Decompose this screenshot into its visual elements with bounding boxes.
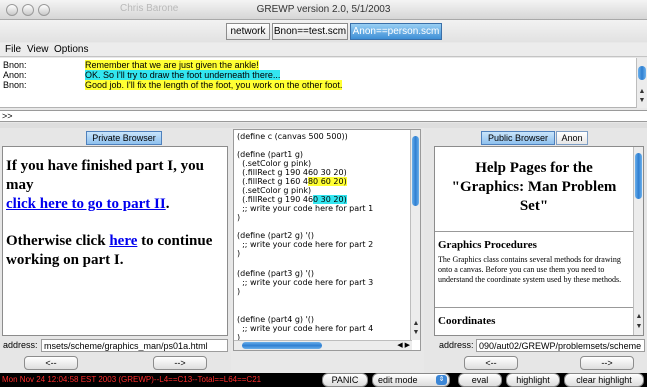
public-scrollbar[interactable]: ▲ ▼ [633, 147, 643, 335]
section-title-coordinates: Coordinates [438, 315, 496, 327]
private-forward-button[interactable]: --> [153, 356, 207, 370]
scroll-up-icon[interactable]: ▲ [411, 320, 420, 327]
divider [435, 307, 633, 308]
code-line: (define (part2 g) '() [237, 231, 315, 240]
code-line: (define (part4 g) '() [237, 315, 315, 324]
tab-bnon-test[interactable]: Bnon==test.scm [272, 23, 348, 40]
code-line: (define c (canvas 500 500)) [237, 132, 348, 141]
scroll-up-icon[interactable]: ▲ [634, 313, 643, 320]
public-forward-button[interactable]: --> [580, 356, 634, 370]
status-bar: Mon Nov 24 12:04:58 EST 2003 (GREWP)--L4… [0, 373, 647, 387]
code-hscroll-thumb[interactable] [242, 342, 322, 349]
public-address-field[interactable]: 090/aut02/GREWP/problemsets/scheme [476, 339, 645, 352]
chat-author: Bnon: [3, 60, 27, 70]
code-line: ;; write your code here for part 1 [237, 204, 374, 213]
address-label: address: [3, 340, 38, 350]
otherwise-text: Otherwise click [6, 233, 110, 249]
menu-file[interactable]: File [5, 44, 21, 55]
code-line: ) [237, 287, 241, 296]
scroll-up-icon[interactable]: ▲ [637, 88, 647, 95]
code-horizontal-scrollbar[interactable]: ◀ ▶ [234, 340, 412, 350]
chat-text: OK. So I'll try to draw the foot underne… [85, 70, 281, 80]
code-line: (define (part3 g) '() [237, 269, 315, 278]
private-browser-panel: Private Browser If you have finished par… [0, 128, 231, 373]
clear-highlight-button[interactable]: clear highlight [564, 373, 644, 387]
code-line: (.setColor g pink) [237, 186, 312, 195]
chat-prompt: >> [2, 111, 13, 121]
section-text-graphics: The Graphics class contains several meth… [438, 255, 622, 284]
scroll-down-icon[interactable]: ▼ [637, 97, 647, 104]
code-text: (.fillRect g 190 46 [237, 195, 314, 204]
menu-view[interactable]: View [27, 44, 49, 55]
window-title: GREWP version 2.0, 5/1/2003 [256, 4, 391, 15]
yellow-highlight: 80 60 20) [307, 177, 347, 186]
help-heading: Help Pages for the "Graphics: Man Proble… [451, 160, 617, 214]
code-editor[interactable]: (define c (canvas 500 500)) (define (par… [233, 129, 421, 351]
title-bar: Chris Barone GREWP version 2.0, 5/1/2003 [0, 0, 647, 20]
chat-author: Anon: [3, 70, 27, 80]
code-line: ) [237, 213, 241, 222]
scroll-down-icon[interactable]: ▼ [411, 329, 420, 336]
public-address-bar: address: 090/aut02/GREWP/problemsets/sch… [439, 339, 645, 352]
code-scroll-thumb[interactable] [412, 136, 419, 206]
code-line: (.fillRect g 190 460 30 20) [237, 168, 347, 177]
code-vertical-scrollbar[interactable]: ▲ ▼ [410, 130, 420, 340]
menu-bar: File View Options [0, 43, 647, 57]
tab-network[interactable]: network [226, 23, 270, 40]
status-text: Mon Nov 24 12:04:58 EST 2003 (GREWP)--L4… [2, 375, 262, 384]
tab-private-browser[interactable]: Private Browser [86, 131, 162, 145]
chat-author: Bnon: [3, 80, 27, 90]
period-text: . [165, 196, 170, 212]
highlight-button[interactable]: highlight [506, 373, 560, 387]
private-address-bar: address: msets/scheme/graphics_man/ps01a… [3, 339, 228, 352]
code-line-highlighted: (.fillRect g 190 460 30 20) [237, 195, 347, 204]
scroll-down-icon[interactable]: ▼ [634, 323, 643, 330]
divider [435, 231, 633, 232]
mode-select[interactable]: edit mode ⇕ [372, 373, 450, 387]
chat-input[interactable]: >> [0, 110, 647, 122]
chat-text: Good job. I'll fix the length of the foo… [85, 80, 343, 90]
code-line: ) [237, 249, 241, 258]
chevron-down-icon: ⇕ [436, 375, 447, 385]
part-two-link[interactable]: click here to go to part II [6, 196, 166, 212]
section-title-graphics: Graphics Procedures [438, 239, 537, 251]
cyan-highlight: 0 30 20) [313, 195, 347, 204]
code-text: (.fillRect g 160 4 [237, 177, 308, 186]
chat-text: Remember that we are just given the ankl… [85, 60, 259, 70]
tab-public-browser[interactable]: Public Browser [481, 131, 555, 145]
file-tabs: network Bnon==test.scm Anon==person.scm [0, 20, 647, 42]
private-browser-view: If you have finished part I, you may cli… [2, 146, 228, 336]
tab-anon-person[interactable]: Anon==person.scm [350, 23, 442, 40]
chat-scroll-thumb[interactable] [638, 66, 646, 80]
part-one-text: If you have finished part I, you may [6, 158, 204, 193]
scroll-left-right-icon[interactable]: ◀ ▶ [397, 341, 410, 349]
code-line: ;; write your code here for part 2 [237, 240, 374, 249]
code-line: (define (part1 g) [237, 150, 304, 159]
public-back-button[interactable]: <-- [464, 356, 518, 370]
code-line: (.setColor g pink) [237, 159, 312, 168]
chat-log: Bnon: Remember that we are just given th… [0, 58, 636, 108]
code-line-highlighted: (.fillRect g 160 480 60 20) [237, 177, 347, 186]
tab-anon[interactable]: Anon [556, 131, 588, 145]
public-scroll-thumb[interactable] [635, 153, 642, 199]
eval-button[interactable]: eval [458, 373, 502, 387]
menu-options[interactable]: Options [54, 44, 88, 55]
code-line: ;; write your code here for part 3 [237, 278, 374, 287]
private-address-field[interactable]: msets/scheme/graphics_man/ps01a.html [41, 339, 228, 352]
here-link[interactable]: here [109, 233, 137, 249]
private-back-button[interactable]: <-- [24, 356, 78, 370]
panic-button[interactable]: PANIC [322, 373, 368, 387]
chat-scrollbar[interactable]: ▲ ▼ [636, 58, 647, 108]
public-browser-view: Help Pages for the "Graphics: Man Proble… [434, 146, 644, 336]
mode-value: edit mode [378, 375, 418, 385]
code-line: ;; write your code here for part 4 [237, 324, 374, 333]
public-browser-panel: Public Browser Anon Help Pages for the "… [424, 128, 647, 373]
private-page-content: If you have finished part I, you may cli… [6, 157, 226, 270]
address-label: address: [439, 340, 474, 350]
